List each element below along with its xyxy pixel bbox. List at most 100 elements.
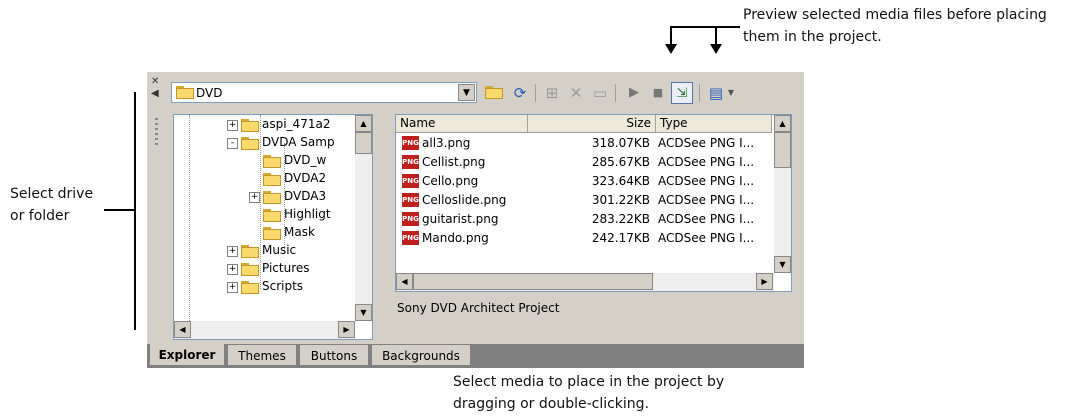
callout-arrow [665, 44, 677, 54]
close-icon[interactable]: ✕ [151, 76, 159, 87]
tree-item-label: Pictures [262, 261, 310, 275]
tree-item-label: Mask [284, 225, 315, 239]
folder-icon [241, 263, 259, 276]
tree-item-label: DVDA Samp [262, 135, 335, 149]
list-item[interactable]: PNG guitarist.png 283.22KB ACDSee PNG I... [396, 210, 772, 229]
tab-bar: Explorer Themes Buttons Backgrounds [147, 344, 804, 368]
list-item[interactable]: PNG all3.png 318.07KB ACDSee PNG I... [396, 134, 772, 153]
views-dropdown-icon[interactable]: ▼ [725, 82, 737, 104]
callout-arrow [710, 44, 722, 54]
file-name: Cello.png [422, 174, 479, 188]
scroll-thumb[interactable] [774, 132, 791, 168]
path-value: DVD [196, 86, 223, 100]
stop-icon[interactable]: ■ [647, 82, 669, 104]
col-type[interactable]: Type [656, 115, 772, 133]
callout-media-line1: Select media to place in the project by [453, 374, 725, 390]
scroll-right-icon[interactable]: ▶ [756, 273, 773, 290]
col-size[interactable]: Size [592, 115, 656, 133]
file-type: ACDSee PNG I... [658, 231, 755, 245]
expand-icon[interactable]: + [227, 246, 238, 257]
scroll-left-icon[interactable]: ◀ [174, 321, 191, 338]
folder-tree: + aspi_471a2 - DVDA Samp DVD_w DVDA2 + DVDA3 Hig… [173, 114, 373, 340]
scroll-down-icon[interactable]: ▼ [774, 256, 791, 273]
expand-icon[interactable]: + [227, 264, 238, 275]
tree-vscroll[interactable]: ▲ ▼ [355, 115, 372, 321]
file-name: Celloslide.png [422, 193, 507, 207]
folder-icon [263, 173, 281, 186]
file-name: guitarist.png [422, 212, 499, 226]
tree-item-label: DVD_w [284, 153, 327, 167]
folder-icon [241, 119, 259, 132]
tab-backgrounds[interactable]: Backgrounds [371, 344, 471, 366]
col-size-label: Size [626, 116, 651, 130]
tree-item-label: Highligt [284, 207, 331, 221]
toolbar-separator [535, 84, 536, 102]
chevron-down-icon[interactable]: ▼ [458, 84, 475, 101]
collapse-icon[interactable]: ◀ [151, 88, 159, 99]
callout-line [134, 92, 136, 330]
callout-line [670, 26, 672, 44]
callout-preview-line2: them in the project. [743, 29, 882, 45]
tab-buttons[interactable]: Buttons [299, 344, 369, 366]
toolbar: DVD ▼ ⟳ ⊞ ✕ ▭ ▶ ■ ⇲ ▤ ▼ [169, 80, 804, 108]
status-text: Sony DVD Architect Project [397, 301, 560, 315]
play-icon[interactable]: ▶ [623, 82, 645, 104]
folder-icon [263, 227, 281, 240]
tree-hscroll[interactable]: ◀ ▶ [174, 321, 355, 339]
list-item[interactable]: PNG Celloslide.png 301.22KB ACDSee PNG I... [396, 191, 772, 210]
tree-item-label: Scripts [262, 279, 304, 293]
new-folder-icon[interactable]: ▭ [589, 82, 611, 104]
file-name: Cellist.png [422, 155, 486, 169]
png-file-icon: PNG [402, 231, 419, 245]
file-size: 323.64KB [591, 174, 650, 188]
file-size: 301.22KB [591, 193, 650, 207]
expand-icon[interactable]: + [227, 282, 238, 293]
list-item[interactable]: PNG Cellist.png 285.67KB ACDSee PNG I... [396, 153, 772, 172]
scroll-up-icon[interactable]: ▲ [355, 115, 372, 132]
expand-icon[interactable]: + [227, 120, 238, 131]
png-file-icon: PNG [402, 136, 419, 150]
scroll-down-icon[interactable]: ▼ [355, 304, 372, 321]
folder-icon [176, 86, 194, 99]
scroll-left-icon[interactable]: ◀ [396, 273, 413, 290]
collapse-icon[interactable]: - [227, 138, 238, 149]
refresh-icon[interactable]: ⟳ [509, 82, 531, 104]
views-icon[interactable]: ▤ [705, 82, 727, 104]
toolbar-separator [699, 84, 700, 102]
scroll-right-icon[interactable]: ▶ [338, 321, 355, 338]
path-combo[interactable]: DVD ▼ [171, 82, 477, 103]
scroll-up-icon[interactable]: ▲ [774, 115, 791, 132]
file-name: Mando.png [422, 231, 489, 245]
tree-item-label: aspi_471a2 [262, 117, 331, 131]
callout-drive: Select drive or folder [10, 183, 93, 227]
scroll-thumb[interactable] [413, 273, 653, 290]
list-item[interactable]: PNG Mando.png 242.17KB ACDSee PNG I... [396, 229, 772, 248]
list-vscroll[interactable]: ▲ ▼ [774, 115, 791, 273]
list-hscroll[interactable]: ◀ ▶ [396, 273, 774, 291]
callout-media-line2: dragging or double-clicking. [453, 396, 650, 412]
delete-icon[interactable]: ✕ [565, 82, 587, 104]
tab-themes[interactable]: Themes [227, 344, 297, 366]
expand-icon[interactable]: + [249, 192, 260, 203]
grip-handle[interactable] [149, 118, 159, 158]
file-size: 318.07KB [591, 136, 650, 150]
file-list: Name Size Type PNG all3.png 318.07KB ACDSee… [395, 114, 792, 292]
file-type: ACDSee PNG I... [658, 174, 755, 188]
callout-drive-line1: Select drive [10, 186, 94, 202]
scroll-thumb[interactable] [355, 132, 372, 154]
col-name[interactable]: Name [396, 115, 528, 133]
toolbar-separator [615, 84, 616, 102]
callout-drive-line2: or folder [10, 208, 70, 224]
callout-line [670, 26, 740, 28]
auto-preview-icon[interactable]: ⇲ [671, 82, 693, 104]
tab-explorer[interactable]: Explorer [149, 344, 225, 366]
png-file-icon: PNG [402, 174, 419, 188]
folder-icon [263, 209, 281, 222]
tree-item-label: DVDA2 [284, 171, 327, 185]
add-icon[interactable]: ⊞ [541, 82, 563, 104]
up-folder-icon[interactable] [483, 82, 505, 104]
list-item[interactable]: PNG Cello.png 323.64KB ACDSee PNG I... [396, 172, 772, 191]
callout-media: Select media to place in the project by … [453, 371, 724, 415]
callout-line [715, 26, 717, 44]
file-size: 285.67KB [591, 155, 650, 169]
